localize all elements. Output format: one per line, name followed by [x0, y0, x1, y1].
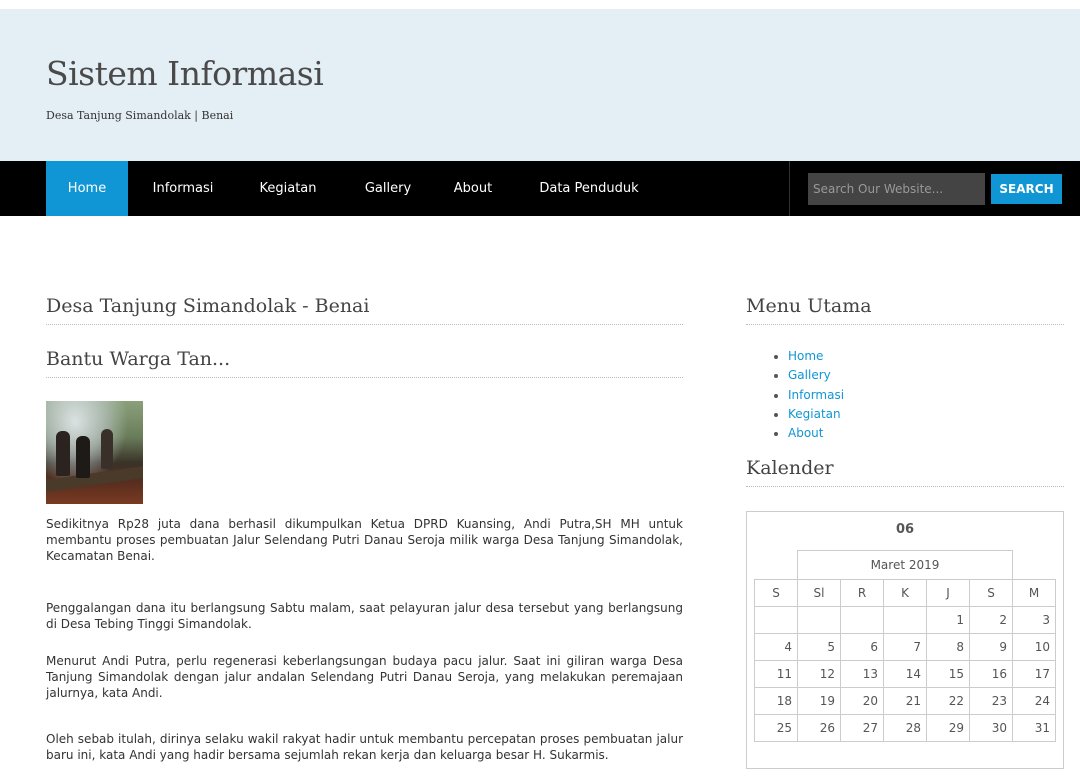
calendar-date[interactable]: 19 — [797, 687, 841, 715]
post-paragraph: Menurut Andi Putra, perlu regenerasi keb… — [46, 654, 683, 700]
calendar-weekday: M — [1012, 579, 1056, 607]
calendar-grid: Maret 2019 S Sl R K J S M 1 2 3 4 5 6 7 8 9 10 11 12 13 14 1… — [754, 550, 1056, 742]
nav-gallery[interactable]: Gallery — [350, 161, 426, 216]
calendar-date — [754, 606, 798, 634]
post-paragraph: Sedikitnya Rp28 juta dana berhasil dikum… — [46, 517, 683, 563]
calendar-date[interactable]: 8 — [926, 633, 970, 661]
calendar-date[interactable]: 25 — [754, 714, 798, 742]
sidebar-calendar-title: Kalender — [746, 457, 1064, 487]
nav-home[interactable]: Home — [46, 161, 128, 216]
calendar-date[interactable]: 6 — [840, 633, 884, 661]
calendar-week: 11 12 13 14 15 16 17 — [754, 660, 1056, 688]
calendar-date[interactable]: 23 — [969, 687, 1013, 715]
calendar-date[interactable]: 20 — [840, 687, 884, 715]
sidebar-item-kegiatan[interactable]: Kegiatan — [772, 405, 844, 424]
page-title: Desa Tanjung Simandolak - Benai — [46, 295, 683, 325]
calendar-date — [883, 606, 927, 634]
calendar-date — [840, 606, 884, 634]
calendar-date[interactable]: 2 — [969, 606, 1013, 634]
calendar-date[interactable]: 29 — [926, 714, 970, 742]
calendar-date[interactable]: 30 — [969, 714, 1013, 742]
calendar-week: 25 26 27 28 29 30 31 — [754, 714, 1056, 742]
calendar-date[interactable]: 28 — [883, 714, 927, 742]
calendar-date[interactable]: 17 — [1012, 660, 1056, 688]
calendar-week: 18 19 20 21 22 23 24 — [754, 687, 1056, 715]
calendar-weekday: K — [883, 579, 927, 607]
nav-kegiatan[interactable]: Kegiatan — [246, 161, 330, 216]
calendar-date[interactable]: 12 — [797, 660, 841, 688]
search-button[interactable]: SEARCH — [991, 174, 1062, 204]
calendar: 06 Maret 2019 S Sl R K J S M 1 2 3 4 5 6 7 8 9 10 11 12 13… — [746, 511, 1064, 769]
calendar-date[interactable]: 15 — [926, 660, 970, 688]
calendar-date[interactable]: 21 — [883, 687, 927, 715]
nav-divider — [789, 161, 790, 216]
calendar-weekdays: S Sl R K J S M — [754, 579, 1056, 607]
calendar-date[interactable]: 13 — [840, 660, 884, 688]
post-title[interactable]: Bantu Warga Tan... — [46, 348, 683, 378]
sidebar-item-home[interactable]: Home — [772, 347, 844, 366]
calendar-week: 4 5 6 7 8 9 10 — [754, 633, 1056, 661]
sidebar-item-gallery[interactable]: Gallery — [772, 366, 844, 385]
calendar-week: 123 — [754, 606, 1056, 634]
calendar-date[interactable]: 24 — [1012, 687, 1056, 715]
site-subtitle: Desa Tanjung Simandolak | Benai — [46, 109, 234, 122]
calendar-day: 06 — [895, 522, 915, 537]
calendar-date[interactable]: 7 — [883, 633, 927, 661]
calendar-weekday: S — [969, 579, 1013, 607]
nav-data-penduduk[interactable]: Data Penduduk — [526, 161, 652, 216]
calendar-date[interactable]: 5 — [797, 633, 841, 661]
sidebar-item-about[interactable]: About — [772, 424, 844, 443]
calendar-date[interactable]: 31 — [1012, 714, 1056, 742]
nav-about[interactable]: About — [444, 161, 502, 216]
post-paragraph: Oleh sebab itulah, dirinya selaku wakil … — [46, 732, 683, 762]
calendar-date[interactable]: 3 — [1012, 606, 1056, 634]
calendar-date[interactable]: 22 — [926, 687, 970, 715]
nav-informasi[interactable]: Informasi — [140, 161, 226, 216]
site-title[interactable]: Sistem Informasi — [46, 54, 324, 93]
calendar-date[interactable]: 18 — [754, 687, 798, 715]
calendar-date[interactable]: 26 — [797, 714, 841, 742]
calendar-weekday: Sl — [797, 579, 841, 607]
calendar-weekday: J — [926, 579, 970, 607]
sidebar-menu: Home Gallery Informasi Kegiatan About — [772, 347, 844, 443]
calendar-date[interactable]: 27 — [840, 714, 884, 742]
calendar-date[interactable]: 16 — [969, 660, 1013, 688]
calendar-weekday: S — [754, 579, 798, 607]
calendar-weekday: R — [840, 579, 884, 607]
calendar-date — [797, 606, 841, 634]
calendar-date[interactable]: 11 — [754, 660, 798, 688]
calendar-month: Maret 2019 — [797, 550, 1013, 580]
calendar-date[interactable]: 10 — [1012, 633, 1056, 661]
sidebar-item-informasi[interactable]: Informasi — [772, 386, 844, 405]
search-input[interactable]: Search Our Website... — [808, 173, 985, 205]
calendar-date[interactable]: 14 — [883, 660, 927, 688]
sidebar-menu-title: Menu Utama — [746, 295, 1064, 325]
calendar-date[interactable]: 1 — [926, 606, 970, 634]
post-image[interactable] — [46, 401, 143, 504]
post-paragraph: Penggalangan dana itu berlangsung Sabtu … — [46, 601, 683, 631]
calendar-date[interactable]: 4 — [754, 633, 798, 661]
calendar-date[interactable]: 9 — [969, 633, 1013, 661]
site-header: Sistem Informasi Desa Tanjung Simandolak… — [0, 9, 1080, 161]
